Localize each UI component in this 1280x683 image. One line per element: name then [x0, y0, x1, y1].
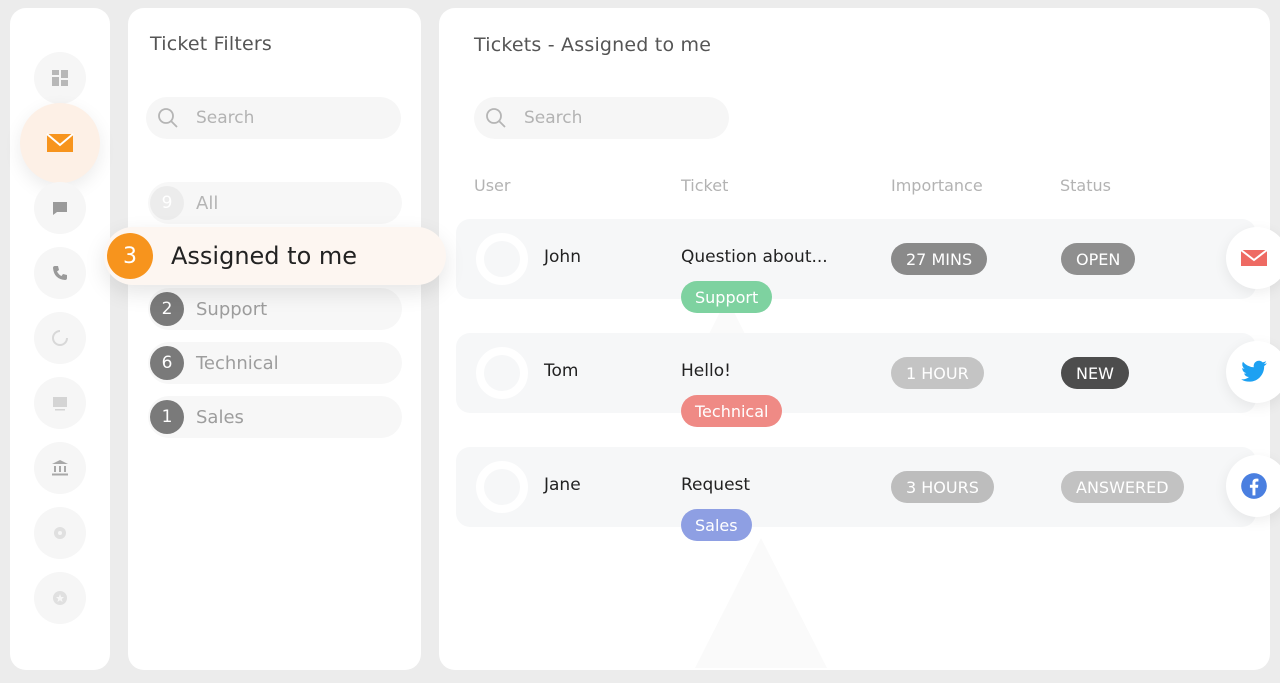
user-name: Jane — [544, 475, 581, 495]
rail-contact-button[interactable] — [34, 377, 86, 429]
rail-settings-button[interactable] — [34, 507, 86, 559]
filter-label: Assigned to me — [171, 242, 358, 270]
filter-count: 9 — [150, 186, 184, 220]
ticket-tag: Technical — [681, 395, 783, 427]
user-name: Tom — [544, 361, 579, 381]
column-header-status[interactable]: Status — [1060, 176, 1111, 195]
rail-loading-button[interactable] — [34, 312, 86, 364]
column-header-user[interactable]: User — [474, 176, 510, 195]
filter-count: 3 — [107, 233, 153, 279]
facebook-icon — [1241, 473, 1267, 499]
filter-count: 2 — [150, 292, 184, 326]
rail-dashboard-button[interactable] — [34, 52, 86, 104]
filter-item-technical[interactable]: 6 Technical — [148, 342, 402, 384]
loading-icon — [52, 330, 68, 346]
rail-bank-button[interactable] — [34, 442, 86, 494]
importance-badge: 1 HOUR — [891, 357, 984, 389]
channel-mail[interactable] — [1226, 227, 1280, 289]
gear-icon — [54, 527, 66, 539]
background-decoration — [695, 538, 827, 668]
filters-search-input[interactable] — [194, 107, 348, 129]
search-icon — [486, 108, 506, 128]
filter-item-assigned-to-me[interactable]: 3 Assigned to me — [104, 227, 446, 285]
chat-icon — [53, 202, 67, 215]
bank-icon — [52, 460, 68, 476]
filter-count: 6 — [150, 346, 184, 380]
column-header-ticket[interactable]: Ticket — [681, 176, 728, 195]
channel-twitter[interactable] — [1226, 341, 1280, 403]
filter-label: Technical — [196, 352, 279, 374]
ticket-tag: Sales — [681, 509, 752, 541]
ticket-tag: Support — [681, 281, 773, 313]
rail-chat-button[interactable] — [34, 182, 86, 234]
filter-label: Sales — [196, 406, 244, 428]
ticket-row[interactable]: John Question about... Support 27 MINS O… — [456, 219, 1256, 313]
tickets-panel: Tickets - Assigned to me User Ticket Imp… — [439, 8, 1270, 670]
avatar — [476, 347, 528, 399]
ticket-subject[interactable]: Request — [681, 475, 750, 495]
twitter-icon — [1241, 360, 1267, 382]
icon-rail — [10, 8, 110, 670]
rail-phone-button[interactable] — [34, 247, 86, 299]
filters-title: Ticket Filters — [150, 33, 273, 55]
status-badge: OPEN — [1061, 243, 1136, 275]
ticket-subject[interactable]: Question about... — [681, 247, 828, 267]
status-badge: NEW — [1061, 357, 1129, 389]
filter-label: All — [196, 192, 219, 214]
mail-icon — [1240, 249, 1268, 266]
filter-item-sales[interactable]: 1 Sales — [148, 396, 402, 438]
ticket-subject[interactable]: Hello! — [681, 361, 731, 381]
ticket-filters-panel: Ticket Filters 9 All 2 Support 6 Technic… — [128, 8, 421, 670]
phone-icon — [53, 266, 67, 280]
importance-badge: 3 HOURS — [891, 471, 994, 503]
search-icon — [158, 108, 178, 128]
ticket-row[interactable]: Tom Hello! Technical 1 HOUR NEW — [456, 333, 1256, 427]
avatar — [476, 233, 528, 285]
contact-card-icon — [53, 397, 67, 411]
tickets-search[interactable] — [474, 97, 729, 139]
avatar — [476, 461, 528, 513]
rail-badge-button[interactable] — [34, 572, 86, 624]
rail-mail-button[interactable] — [20, 103, 100, 183]
filter-count: 1 — [150, 400, 184, 434]
filter-label: Support — [196, 298, 268, 320]
channel-facebook[interactable] — [1226, 455, 1280, 517]
ticket-row[interactable]: Jane Request Sales 3 HOURS ANSWERED — [456, 447, 1256, 541]
mail-icon — [46, 133, 74, 152]
badge-icon — [53, 591, 67, 605]
importance-badge: 27 MINS — [891, 243, 988, 275]
tickets-search-input[interactable] — [522, 107, 676, 129]
user-name: John — [544, 247, 581, 267]
column-header-importance[interactable]: Importance — [891, 176, 983, 195]
filter-item-all[interactable]: 9 All — [148, 182, 402, 224]
filters-search[interactable] — [146, 97, 401, 139]
page-title: Tickets - Assigned to me — [474, 34, 712, 56]
dashboard-icon — [52, 70, 68, 86]
filter-item-support[interactable]: 2 Support — [148, 288, 402, 330]
status-badge: ANSWERED — [1061, 471, 1184, 503]
